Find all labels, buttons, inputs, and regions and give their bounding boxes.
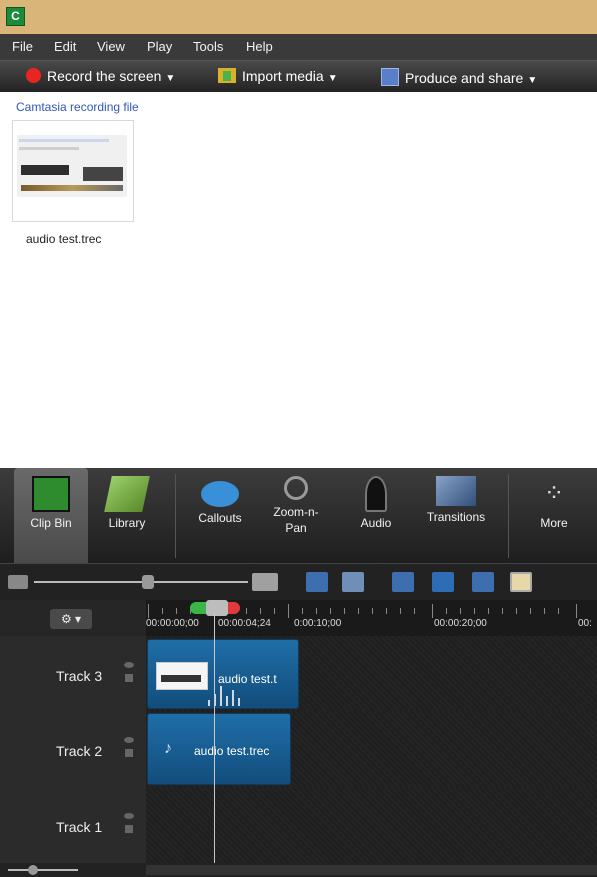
menu-play[interactable]: Play xyxy=(147,39,172,54)
lock-icon[interactable] xyxy=(125,674,133,682)
cut-button[interactable] xyxy=(392,572,414,592)
zoom-in-icon[interactable] xyxy=(252,573,278,591)
track-name: Track 2 xyxy=(56,743,103,759)
ruler-time-label: 00: xyxy=(578,618,592,629)
transitions-icon xyxy=(436,476,476,506)
split-button[interactable] xyxy=(432,572,454,592)
track-header-2[interactable]: Track 2 xyxy=(0,711,146,788)
record-icon xyxy=(26,68,41,83)
track-options-area: ⚙ ▾ xyxy=(0,600,146,636)
zoom-slider-thumb[interactable] xyxy=(142,575,154,589)
ruler-time-label: 00:00:04;24 xyxy=(218,618,271,629)
tab-label: Library xyxy=(108,516,146,530)
media-thumbnail[interactable] xyxy=(12,120,134,222)
more-icon: ⁘ xyxy=(543,480,565,507)
gear-icon[interactable]: ⚙ ▾ xyxy=(50,609,92,629)
task-tabs: Clip Bin Library Callouts Zoom-n-Pan Aud… xyxy=(0,468,597,563)
library-icon xyxy=(104,476,150,512)
record-label: Record the screen xyxy=(47,68,162,84)
track-height-slider[interactable] xyxy=(8,869,78,871)
lock-icon[interactable] xyxy=(125,749,133,757)
music-note-icon: ♪ xyxy=(164,740,172,757)
visibility-icon[interactable] xyxy=(124,813,134,819)
audio-icon xyxy=(365,476,387,512)
track-name: Track 1 xyxy=(56,819,103,835)
zoom-out-icon[interactable] xyxy=(8,575,28,589)
tab-label: Callouts xyxy=(198,511,242,525)
import-label: Import media xyxy=(242,68,324,84)
menu-tools[interactable]: Tools xyxy=(193,39,223,54)
track-name: Track 3 xyxy=(56,668,103,684)
menu-help[interactable]: Help xyxy=(246,39,273,54)
camtasia-app-icon[interactable]: C xyxy=(6,7,25,26)
track-header-3[interactable]: Track 3 xyxy=(0,636,146,712)
clip-thumbnail xyxy=(156,662,208,690)
menu-bar: File Edit View Play Tools Help xyxy=(0,34,597,60)
playhead-handle[interactable] xyxy=(206,600,228,616)
video-clip[interactable]: audio test.t xyxy=(147,639,299,709)
ruler-time-label: 0:00:10;00 xyxy=(294,618,342,629)
main-toolbar: Record the screen ▼ Import media ▼ Produce… xyxy=(0,60,597,93)
tab-label: Audio xyxy=(360,516,392,530)
clip-label: audio test.trec xyxy=(194,744,270,758)
tab-more[interactable]: ⁘ More xyxy=(518,468,590,563)
tab-label: Clip Bin xyxy=(30,516,72,530)
import-folder-icon xyxy=(218,68,236,83)
undo-button[interactable] xyxy=(306,572,328,592)
ruler-time-label: 00:00:20;00 xyxy=(434,618,487,629)
visibility-icon[interactable] xyxy=(124,662,134,668)
dropdown-caret: ▾ xyxy=(75,612,82,626)
zoom-slider-track[interactable] xyxy=(34,581,248,583)
ruler-time-label: 00:00:00;00 xyxy=(146,618,199,629)
clip-label: audio test.t xyxy=(218,672,277,686)
chevron-down-icon: ▼ xyxy=(527,75,538,86)
zoom-n-pan-icon xyxy=(284,476,308,500)
copy-button[interactable] xyxy=(472,572,494,592)
horizontal-scrollbar[interactable] xyxy=(146,865,597,875)
chevron-down-icon: ▼ xyxy=(327,73,338,84)
menu-view[interactable]: View xyxy=(97,39,125,54)
produce-icon xyxy=(381,68,399,86)
audio-clip[interactable]: ♪ audio test.trec xyxy=(147,713,291,785)
tab-label: Transitions xyxy=(426,510,486,524)
chevron-down-icon: ▼ xyxy=(165,73,176,84)
tab-divider xyxy=(508,474,509,558)
clip-bin-panel: Camtasia recording file audio test.trec xyxy=(0,92,597,468)
timeline-bottom-bar xyxy=(0,863,597,877)
tab-label: Zoom-n-Pan xyxy=(273,505,319,535)
tab-audio[interactable]: Audio xyxy=(340,468,412,563)
media-file-name[interactable]: audio test.trec xyxy=(26,232,101,246)
produce-share-button[interactable]: Produce and share ▼ xyxy=(381,68,537,86)
tab-library[interactable]: Library xyxy=(90,468,164,563)
track-height-thumb[interactable] xyxy=(28,865,38,875)
tab-callouts[interactable]: Callouts xyxy=(184,468,256,563)
import-media-button[interactable]: Import media ▼ xyxy=(218,68,338,84)
tab-label: More xyxy=(540,516,568,530)
playhead-line xyxy=(214,612,215,870)
paste-button[interactable] xyxy=(510,572,532,592)
visibility-icon[interactable] xyxy=(124,737,134,743)
out-point-marker[interactable] xyxy=(226,602,240,614)
track-header-1[interactable]: Track 1 xyxy=(0,787,146,864)
menu-edit[interactable]: Edit xyxy=(54,39,76,54)
menu-file[interactable]: File xyxy=(12,39,33,54)
tab-zoom-n-pan[interactable]: Zoom-n-Pan xyxy=(260,468,332,563)
lock-icon[interactable] xyxy=(125,825,133,833)
tab-transitions[interactable]: Transitions xyxy=(414,468,498,563)
record-screen-button[interactable]: Record the screen ▼ xyxy=(26,68,175,84)
title-bar: C xyxy=(0,0,597,34)
bin-section-heading: Camtasia recording file xyxy=(16,100,139,114)
redo-button[interactable] xyxy=(342,572,364,592)
produce-label: Produce and share xyxy=(405,70,524,86)
clip-bin-icon xyxy=(32,476,70,512)
thumbnail-preview xyxy=(17,135,127,197)
tab-divider xyxy=(175,474,176,558)
tab-clip-bin[interactable]: Clip Bin xyxy=(14,468,88,563)
timeline-toolbar xyxy=(0,563,597,601)
callouts-icon xyxy=(201,481,239,507)
